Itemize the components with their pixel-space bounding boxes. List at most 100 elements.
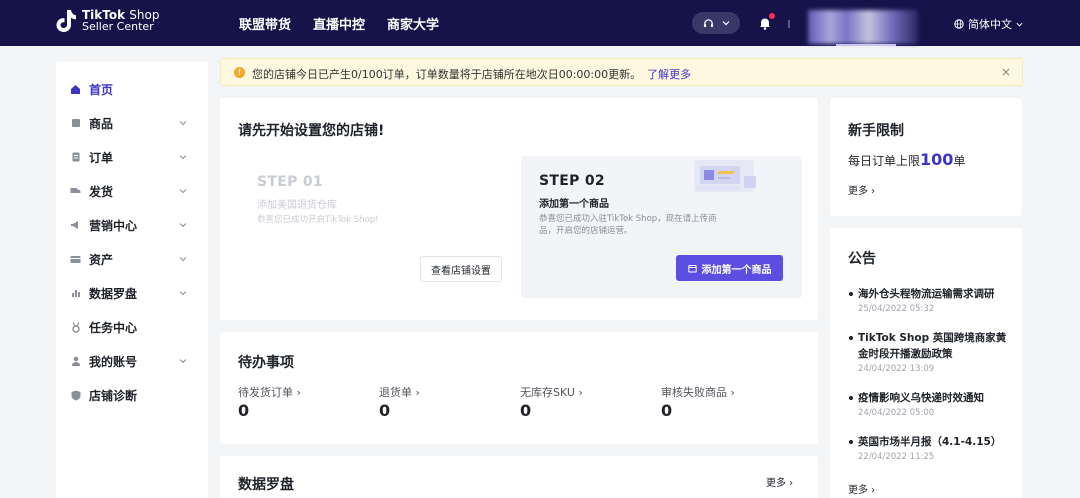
todo-title: 待办事项 <box>238 355 294 371</box>
announcement-item-title: 英国市场半月报（4.1-4.15） <box>848 434 1008 450</box>
new-seller-limit-card: 新手限制 每日订单上限100单 更多 › <box>830 98 1022 216</box>
notification-dot <box>769 13 775 19</box>
close-icon[interactable]: × <box>1001 65 1011 79</box>
step-02: STEP 02 添加第一个商品 恭喜您已成功入驻TikTok Shop，现在请上… <box>539 173 729 237</box>
support-button[interactable] <box>692 12 740 34</box>
sidebar-item-assets[interactable]: 资产 <box>56 242 208 276</box>
limit-value: 100 <box>920 150 954 169</box>
announcement-item-title: 疫情影响义乌快递时效通知 <box>848 390 1008 406</box>
sidebar-item-marketing[interactable]: 营销中心 <box>56 208 208 242</box>
add-first-product-label: 添加第一个商品 <box>701 264 772 276</box>
step-01-title: 添加美国退货仓库 <box>257 200 337 211</box>
shipping-icon <box>70 186 81 197</box>
sidebar-item-orders[interactable]: 订单 <box>56 140 208 174</box>
sidebar-item-label: 我的账号 <box>89 354 138 369</box>
sidebar-item-label: 店铺诊断 <box>89 388 138 403</box>
box-icon <box>687 264 697 272</box>
announcement-title: 公告 <box>848 251 876 267</box>
todo-pending-shipment[interactable]: 待发货订单 › <box>238 384 301 400</box>
notice-message: 您的店铺今日已产生0/100订单，订单数量将于店铺所在地次日00:00:00更新… <box>252 68 642 81</box>
announcement-more-link[interactable]: 更多 › <box>848 481 875 496</box>
logo-subtitle: Seller Center <box>82 20 154 33</box>
order-icon <box>70 152 81 163</box>
nav-seller-university[interactable]: 商家大学 <box>387 14 439 33</box>
more-label: 更多 <box>848 485 868 496</box>
announcement-item-title: TikTok Shop 英国跨境商家黄金时段开播激励政策 <box>848 330 1008 362</box>
step-02-title: 添加第一个商品 <box>539 199 609 210</box>
todo-label: 待发货订单 <box>238 386 293 399</box>
limit-prefix: 每日订单上限 <box>848 154 921 168</box>
account-avatar-blurred[interactable] <box>808 10 918 44</box>
step-01: STEP 01 添加美国退货仓库 恭喜您已成功开启TikTok Shop! <box>257 174 379 226</box>
sidebar-item-products[interactable]: 商品 <box>56 106 208 140</box>
more-label: 更多 <box>848 186 868 197</box>
tiktok-logo-icon <box>56 10 76 32</box>
step-02-desc: 恭喜您已成功入驻TikTok Shop，现在请上传商品，开启您的店铺运营。 <box>539 214 717 236</box>
learn-more-link[interactable]: 了解更多 <box>647 68 691 81</box>
step-01-heading: STEP 01 <box>257 174 323 190</box>
medal-icon <box>70 321 81 333</box>
todo-value: 0 <box>379 401 391 420</box>
more-label: 更多 <box>766 478 786 489</box>
chevron-down-icon <box>179 257 187 262</box>
todo-review-failed[interactable]: 审核失败商品 › <box>661 384 735 400</box>
announcement-item-date: 24/04/2022 13:09 <box>858 364 935 374</box>
sidebar: 首页 商品 订单 发货 营销中心 资产 数据罗盘 任务中心 我的账号 店铺诊断 <box>56 62 208 498</box>
chevron-down-icon <box>179 189 187 194</box>
announcement-item[interactable]: 英国市场半月报（4.1-4.15） 22/04/2022 11:25 <box>848 434 1008 462</box>
todo-out-of-stock-sku[interactable]: 无库存SKU › <box>520 384 583 400</box>
announcement-item-date: 25/04/2022 05:32 <box>858 304 935 314</box>
chevron-down-icon <box>179 155 187 160</box>
todo-returns[interactable]: 退货单 › <box>379 384 420 400</box>
data-compass-title: 数据罗盘 <box>238 477 294 493</box>
top-nav-menu: 联盟带货 直播中控 商家大学 <box>239 14 439 33</box>
wallet-icon <box>70 254 81 265</box>
step-02-heading: STEP 02 <box>539 173 605 189</box>
language-switcher[interactable]: 简体中文 <box>954 16 1023 32</box>
sidebar-item-label: 首页 <box>89 82 114 97</box>
divider <box>788 20 790 28</box>
chevron-down-icon <box>179 223 187 228</box>
sidebar-item-shipping[interactable]: 发货 <box>56 174 208 208</box>
sidebar-item-home[interactable]: 首页 <box>56 72 208 106</box>
announcement-item[interactable]: TikTok Shop 英国跨境商家黄金时段开播激励政策 24/04/2022 … <box>848 330 1008 374</box>
announcement-item[interactable]: 海外仓头程物流运输需求调研 25/04/2022 05:32 <box>848 286 1008 314</box>
sidebar-item-data-compass[interactable]: 数据罗盘 <box>56 276 208 310</box>
tiktok-shop-logo[interactable]: TikTok Shop Seller Center <box>56 9 159 33</box>
chevron-down-icon <box>1016 22 1023 27</box>
announcement-card: 公告 海外仓头程物流运输需求调研 25/04/2022 05:32 TikTok… <box>830 228 1022 498</box>
order-limit-notice: ! 您的店铺今日已产生0/100订单，订单数量将于店铺所在地次日00:00:00… <box>220 58 1023 86</box>
nav-live-console[interactable]: 直播中控 <box>313 14 365 33</box>
sidebar-item-label: 任务中心 <box>89 320 138 335</box>
shield-icon <box>70 390 81 401</box>
chevron-down-icon <box>722 21 729 26</box>
nav-affiliate[interactable]: 联盟带货 <box>239 14 291 33</box>
announcement-item-date: 22/04/2022 11:25 <box>858 452 935 462</box>
sidebar-item-task-center[interactable]: 任务中心 <box>56 310 208 344</box>
announcement-item[interactable]: 疫情影响义乌快递时效通知 24/04/2022 05:00 <box>848 390 1008 418</box>
bar-chart-icon <box>70 288 81 299</box>
limit-more-link[interactable]: 更多 › <box>848 182 875 197</box>
sidebar-item-label: 数据罗盘 <box>89 286 138 301</box>
sidebar-item-shop-diagnosis[interactable]: 店铺诊断 <box>56 378 208 412</box>
home-icon <box>70 84 81 95</box>
headset-icon <box>703 18 713 27</box>
store-setup-card: 请先开始设置您的店铺! STEP 01 添加美国退货仓库 恭喜您已成功开启Tik… <box>220 98 818 320</box>
sidebar-item-label: 订单 <box>89 150 114 165</box>
announcement-item-date: 24/04/2022 05:00 <box>858 408 935 418</box>
megaphone-icon <box>70 220 81 231</box>
view-store-settings-button[interactable]: 查看店铺设置 <box>420 256 502 282</box>
todo-value: 0 <box>661 401 673 420</box>
limit-title: 新手限制 <box>848 123 904 139</box>
announcement-item-title: 海外仓头程物流运输需求调研 <box>848 286 1008 302</box>
add-first-product-button[interactable]: 添加第一个商品 <box>676 255 783 281</box>
notification-bell[interactable] <box>758 13 775 31</box>
globe-icon <box>954 19 964 29</box>
step-01-desc: 恭喜您已成功开启TikTok Shop! <box>257 215 379 225</box>
sidebar-item-my-account[interactable]: 我的账号 <box>56 344 208 378</box>
todo-label: 无库存SKU <box>520 386 575 399</box>
product-icon <box>70 118 81 129</box>
sidebar-item-label: 资产 <box>89 252 114 267</box>
data-compass-more-link[interactable]: 更多 › <box>766 474 793 489</box>
user-icon <box>70 356 81 367</box>
